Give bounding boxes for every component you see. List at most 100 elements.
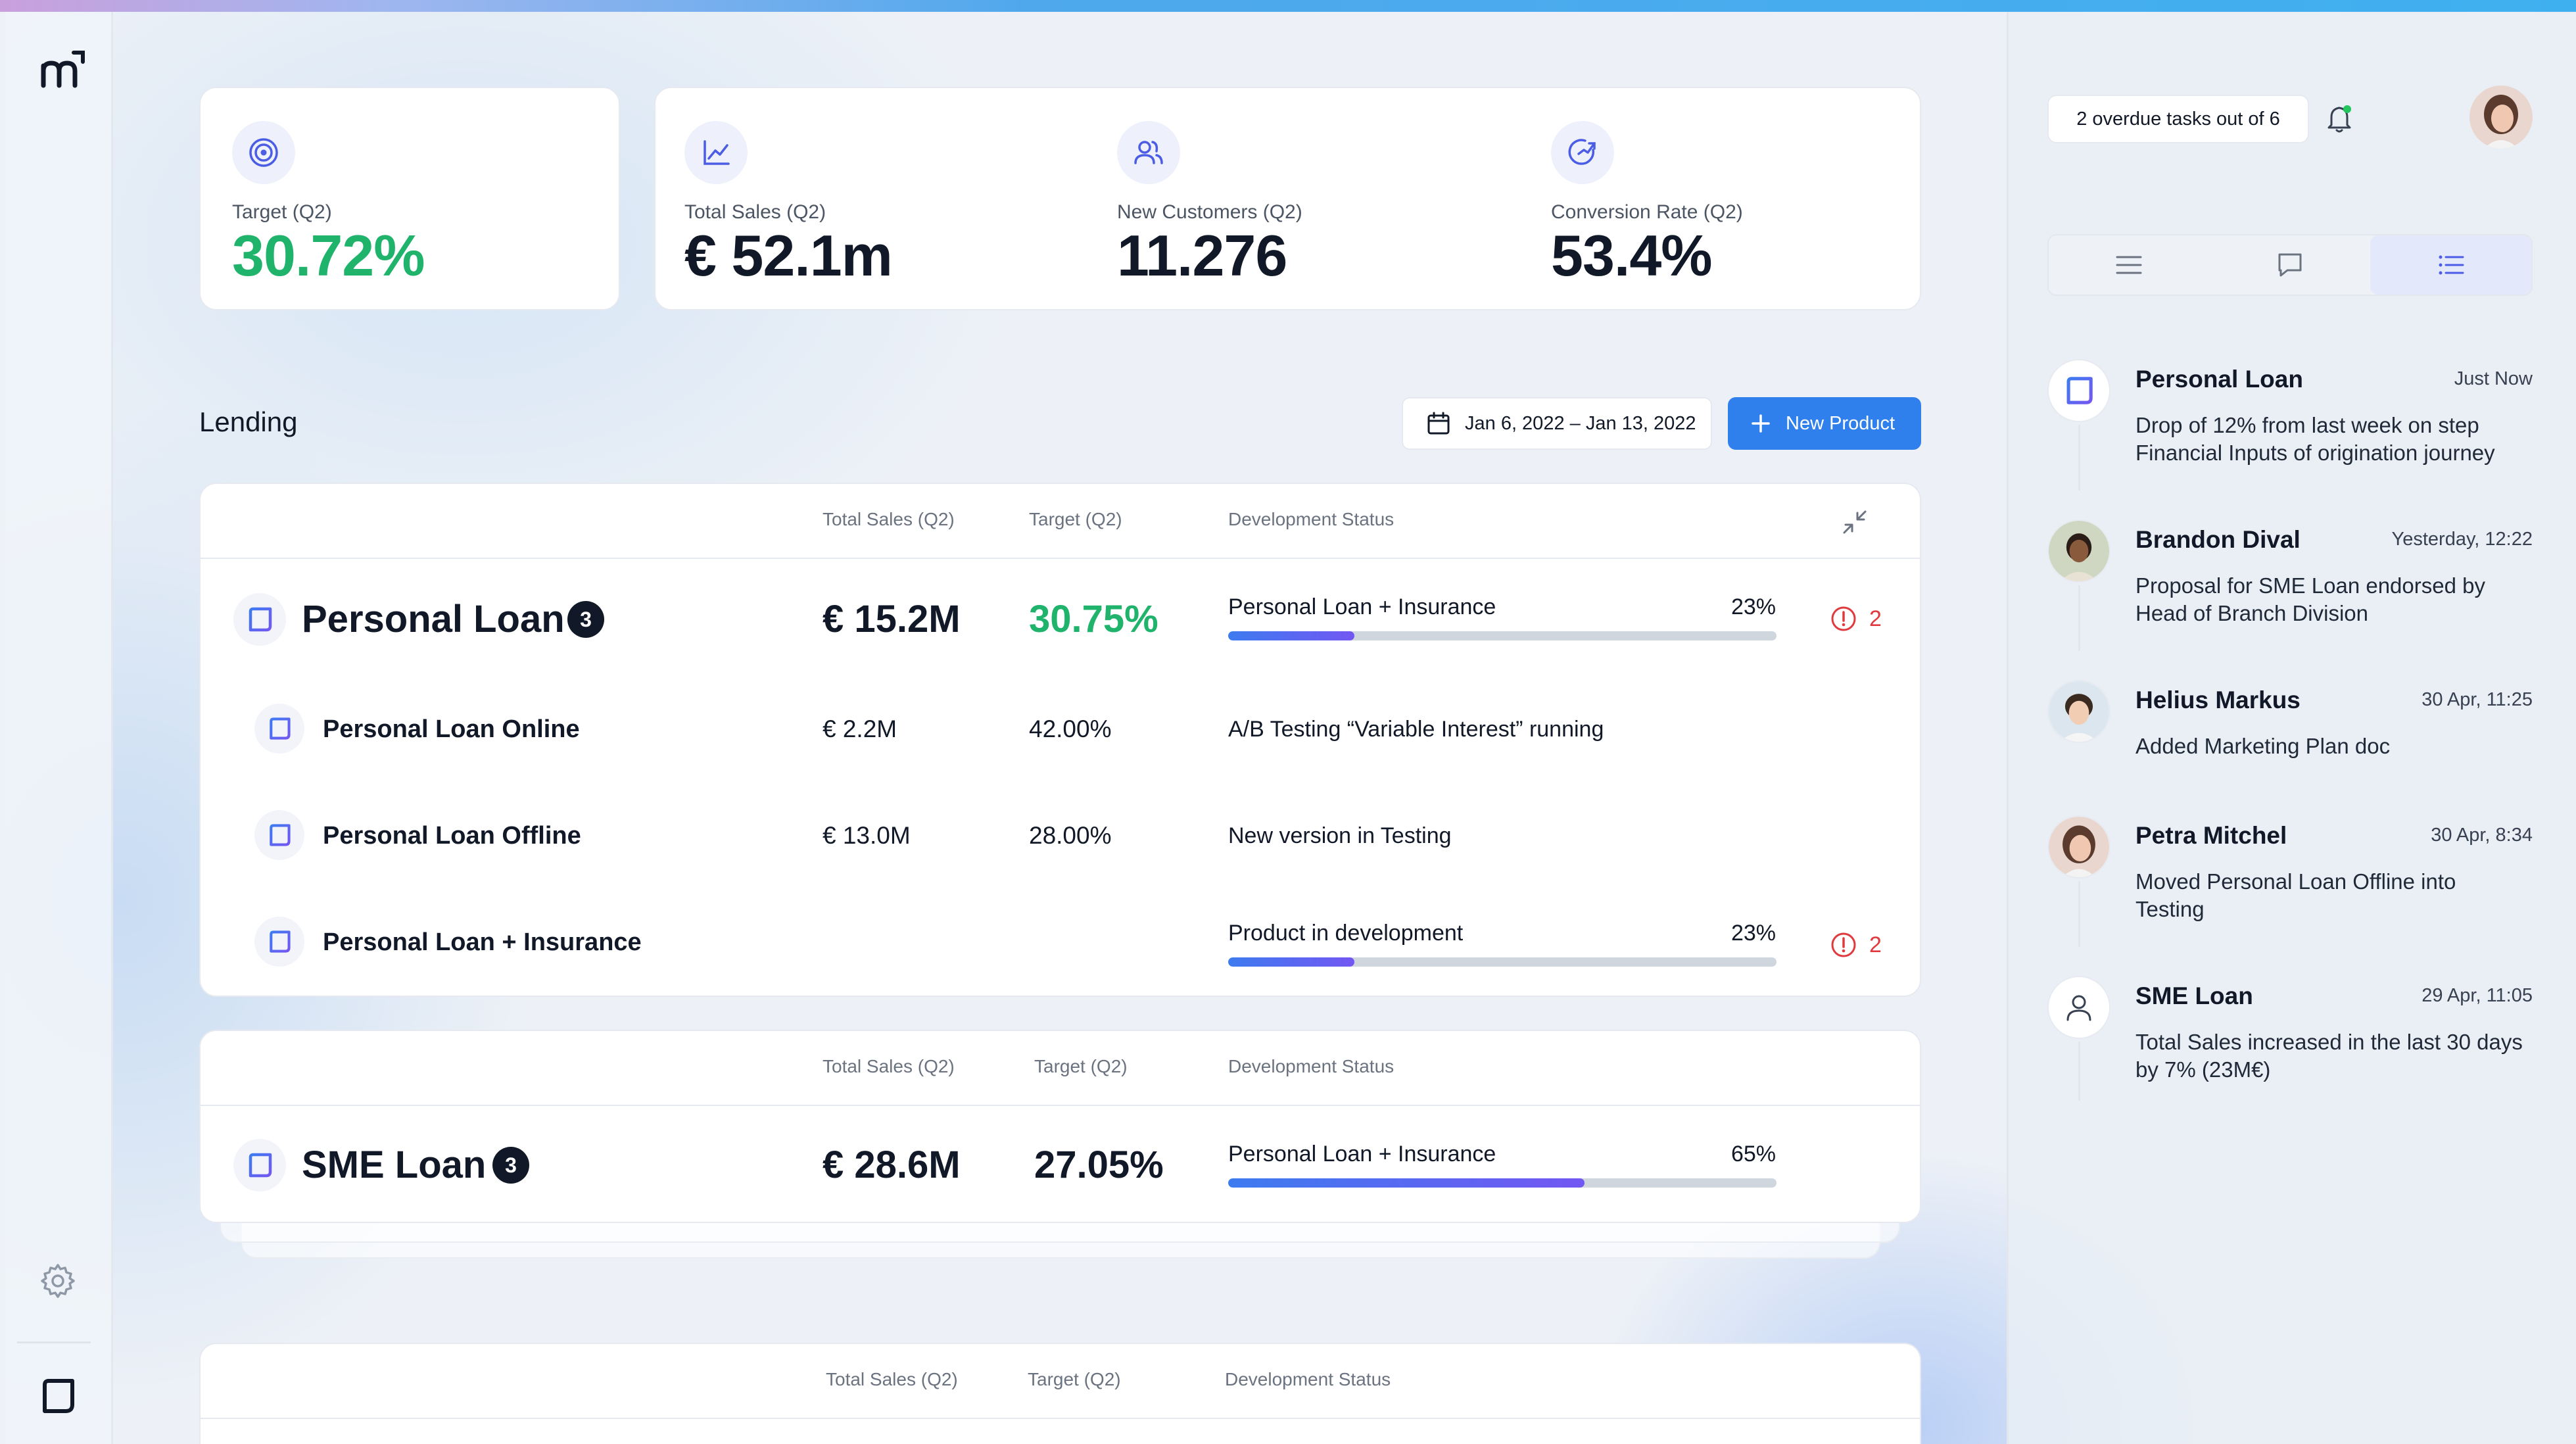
- stat-label: Target (Q2): [232, 201, 332, 223]
- sidebar-divider: [17, 1341, 91, 1343]
- new-product-button[interactable]: New Product: [1728, 397, 1921, 450]
- overdue-tasks-pill[interactable]: 2 overdue tasks out of 6: [2047, 95, 2309, 143]
- target-value: 28.00%: [1029, 822, 1112, 849]
- tab-activity-list[interactable]: [2370, 235, 2532, 295]
- workspace-square-icon[interactable]: [38, 1376, 79, 1416]
- alert-circle-icon: [1831, 606, 1856, 631]
- activity-item[interactable]: Helius Markus 30 Apr, 11:25 Added Market…: [2047, 680, 2533, 792]
- activity-text: Total Sales increased in the last 30 day…: [2135, 1030, 2523, 1082]
- total-sales-value: € 2.2M: [823, 715, 897, 742]
- alert-indicator[interactable]: 2: [1830, 931, 1882, 959]
- header-divider: [201, 558, 1920, 559]
- chat-icon: [2278, 253, 2302, 277]
- product-icon: [254, 810, 304, 860]
- activity-time: Yesterday, 12:22: [2391, 529, 2533, 550]
- activity-title: Helius Markus: [2135, 686, 2301, 713]
- activity-item[interactable]: SME Loan 29 Apr, 11:05 Total Sales incre…: [2047, 976, 2533, 1107]
- collapse-icon[interactable]: [1838, 505, 1872, 539]
- activity-item[interactable]: Brandon Dival Yesterday, 12:22 Proposal …: [2047, 519, 2533, 658]
- status-label: A/B Testing “Variable Interest” running: [1228, 717, 1604, 742]
- panel-view-switcher: [2047, 234, 2533, 296]
- personal-loan-card: Total Sales (Q2) Target (Q2) Development…: [199, 483, 1921, 997]
- activity-title: Petra Mitchel: [2135, 822, 2287, 849]
- progress-percent: 23%: [1730, 594, 1776, 619]
- target-value: 42.00%: [1029, 715, 1112, 742]
- stat-value: 53.4%: [1551, 223, 1713, 288]
- product-icon: [254, 917, 304, 967]
- line-chart-icon: [684, 121, 748, 184]
- activity-title: SME Loan: [2135, 982, 2253, 1009]
- sub-product-name[interactable]: Personal Loan Offline: [323, 822, 581, 850]
- stat-value: € 52.1m: [684, 223, 893, 288]
- stat-label: Total Sales (Q2): [684, 201, 826, 223]
- total-sales-value: € 15.2M: [823, 598, 961, 640]
- activity-time: 30 Apr, 8:34: [2431, 825, 2533, 846]
- sub-product-name[interactable]: Personal Loan + Insurance: [323, 928, 642, 957]
- activity-title: Personal Loan: [2135, 366, 2303, 393]
- list-icon: [2439, 255, 2464, 275]
- total-sales-value: € 13.0M: [823, 822, 911, 849]
- top-accent-bar: [0, 0, 2576, 12]
- status-label: Personal Loan + Insurance: [1228, 594, 1496, 619]
- stat-value: 11.276: [1117, 223, 1287, 288]
- status-label: Personal Loan + Insurance: [1228, 1142, 1496, 1167]
- tab-notes[interactable]: [2049, 235, 2210, 295]
- alert-circle-icon: [1831, 932, 1856, 957]
- activity-text: Added Marketing Plan doc: [2135, 734, 2391, 758]
- activity-time: Just Now: [2454, 368, 2533, 389]
- target-stat-card: Target (Q2) 30.72%: [199, 87, 620, 310]
- count-badge: 3: [492, 1147, 529, 1184]
- alert-count: 2: [1869, 606, 1882, 631]
- user-avatar[interactable]: [2469, 85, 2533, 149]
- stat-value: 30.72%: [232, 223, 425, 288]
- progress-bar: [1228, 631, 1777, 640]
- header-divider: [201, 1418, 1920, 1419]
- progress-percent: 65%: [1730, 1142, 1776, 1167]
- target-icon: [232, 121, 295, 184]
- stat-label: New Customers (Q2): [1117, 201, 1302, 223]
- total-sales-value: € 28.6M: [823, 1143, 961, 1186]
- product-name[interactable]: SME Loan: [302, 1143, 486, 1187]
- activity-text: Drop of 12% from last week on step Finan…: [2135, 413, 2495, 465]
- activity-text: Moved Personal Loan Offline into Testing: [2135, 869, 2456, 921]
- progress-bar: [1228, 957, 1777, 967]
- date-range-label: Jan 6, 2022 – Jan 13, 2022: [1465, 412, 1696, 434]
- column-header-target: Target (Q2): [1034, 1056, 1128, 1076]
- alert-indicator[interactable]: 2: [1830, 605, 1882, 633]
- progress-bar: [1228, 1178, 1777, 1188]
- date-range-picker[interactable]: Jan 6, 2022 – Jan 13, 2022: [1402, 397, 1712, 450]
- product-icon: [233, 593, 286, 646]
- settings-gear-icon[interactable]: [38, 1261, 78, 1301]
- logo-icon[interactable]: [36, 43, 91, 99]
- timeline-connector: [2078, 585, 2080, 651]
- activity-time: 30 Apr, 11:25: [2421, 689, 2533, 710]
- sme-loan-card: Total Sales (Q2) Target (Q2) Development…: [199, 1030, 1921, 1223]
- column-header-status: Development Status: [1228, 509, 1395, 529]
- column-header-total-sales: Total Sales (Q2): [823, 509, 955, 529]
- progress-percent: 23%: [1730, 921, 1776, 946]
- text-lines-icon: [2116, 256, 2142, 274]
- progress-bar-fill: [1228, 631, 1354, 640]
- timeline-connector: [2078, 425, 2080, 491]
- stat-label: Conversion Rate (Q2): [1551, 201, 1743, 223]
- product-name[interactable]: Personal Loan: [302, 597, 565, 641]
- target-value: 30.75%: [1029, 598, 1158, 640]
- sub-product-name[interactable]: Personal Loan Online: [323, 715, 580, 744]
- notification-bell-icon[interactable]: [2322, 100, 2359, 137]
- activity-item[interactable]: Petra Mitchel 30 Apr, 8:34 Moved Persona…: [2047, 815, 2533, 953]
- progress-bar-fill: [1228, 1178, 1585, 1188]
- column-header-target: Target (Q2): [1029, 509, 1122, 529]
- progress-bar-fill: [1228, 957, 1354, 967]
- activity-text: Proposal for SME Loan endorsed by Head o…: [2135, 573, 2485, 625]
- activity-title: Brandon Dival: [2135, 526, 2301, 553]
- avatar: [2047, 815, 2111, 878]
- activity-item[interactable]: Personal Loan Just Now Drop of 12% from …: [2047, 359, 2533, 497]
- column-header-total-sales: Total Sales (Q2): [826, 1369, 958, 1389]
- timeline-connector: [2078, 1042, 2080, 1101]
- plus-icon: [1752, 414, 1770, 433]
- count-badge: 3: [567, 601, 604, 638]
- sidebar: [5, 12, 113, 1444]
- tab-comments[interactable]: [2210, 235, 2371, 295]
- timeline-connector: [2078, 881, 2080, 947]
- activity-time: 29 Apr, 11:05: [2421, 985, 2533, 1006]
